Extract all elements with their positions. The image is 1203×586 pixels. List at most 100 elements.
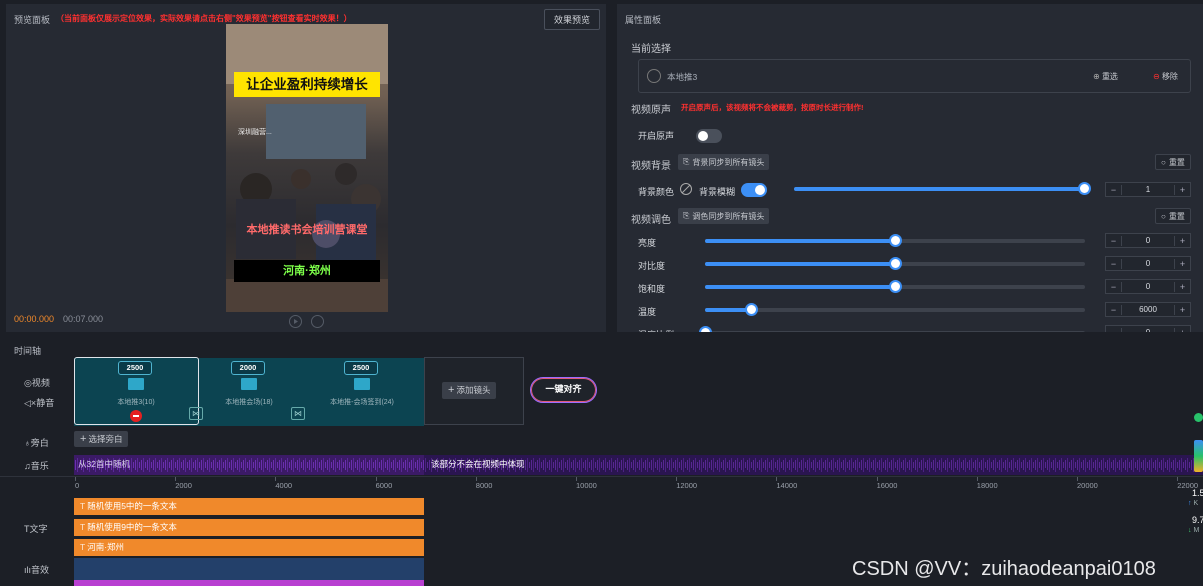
folder-icon [241,378,257,390]
minus-icon[interactable]: − [1106,327,1122,332]
plus-icon[interactable]: + [1174,235,1190,246]
speaker-icon: ◁× [24,398,37,408]
ruler-line [576,477,577,481]
transition-icon[interactable]: ⋈ [189,407,203,420]
slider-knob[interactable] [889,280,902,293]
stepper-value[interactable]: 0 [1122,236,1174,245]
stepper-value[interactable]: 6000 [1122,305,1174,314]
property-panel: 属性面板 当前选择 本地推3 ⊕ 重选 ⊖ 移除 视频原声 开启原声后，该视频将… [617,4,1203,332]
minus-icon[interactable]: − [1106,258,1122,269]
adjust-stepper[interactable]: − 0 + [1105,256,1191,271]
grade-label: 视频调色 [631,215,671,226]
add-narration-button[interactable]: + 选择旁白 [74,431,129,447]
bg-blur-slider[interactable] [794,182,1091,195]
text-track-item[interactable]: T 随机使用9中的一条文本 [74,518,424,536]
bg-blur-stepper[interactable]: − 1 + [1105,182,1191,197]
adjust-slider[interactable] [705,280,1085,293]
ruler-line [1077,477,1078,481]
grade-sync-button[interactable]: ⎘ 调色同步到所有镜头 [678,208,770,224]
slider-knob[interactable] [889,234,902,247]
transition-icon[interactable]: ⋈ [291,407,305,420]
plus-icon[interactable]: + [1174,304,1190,315]
auto-align-button[interactable]: 一键对齐 [530,377,597,403]
grade-reset-button[interactable]: ○ 重置 [1155,208,1191,224]
text-track-item[interactable]: T 随机使用5中的一条文本 [74,498,424,515]
play-icon[interactable] [289,315,302,328]
effect-preview-button[interactable]: 效果预览 [544,9,601,30]
no-color-icon[interactable] [680,183,692,195]
remove-clip-icon[interactable] [130,410,142,422]
level-meter [1194,440,1203,472]
clip-duration-badge: 2000 [231,361,265,375]
adjust-label: 温度比例 [638,328,674,332]
stepper-value[interactable]: 0 [1122,259,1174,268]
ruler-tick: 12000 [676,481,698,490]
plus-icon[interactable]: + [1174,184,1190,195]
bg-reset-button[interactable]: ○ 重置 [1155,154,1191,170]
add-shot-button[interactable]: + 添加镜头 [442,382,497,399]
ruler-tick: 6000 [375,481,393,490]
original-audio-warning: 开启原声后，该视频将不会被裁剪，按原时长进行制作! [681,103,864,112]
bg-sync-button[interactable]: ⎘ 背景同步到所有镜头 [678,154,770,170]
stepper-value[interactable]: 0 [1122,328,1174,332]
adjust-slider[interactable] [705,257,1085,270]
remove-button[interactable]: ⊖ 移除 [1153,71,1178,82]
minus-icon[interactable]: − [1106,281,1122,292]
adjust-label: 亮度 [638,238,657,248]
music-waveform[interactable] [74,455,1203,475]
adjust-slider[interactable] [705,234,1085,247]
sfx-track-block [74,558,424,580]
slider-knob[interactable] [1078,182,1091,195]
slider-knob[interactable] [889,257,902,270]
original-audio-label: 视频原声 [631,105,671,116]
music-name: 从32首中随机 [78,459,130,469]
video-icon: ◎ [24,378,32,388]
adjust-stepper[interactable]: − 6000 + [1105,302,1191,317]
bg-blur-label: 背景模糊 [699,187,736,197]
folder-icon [354,378,370,390]
minus-icon[interactable]: − [1106,235,1122,246]
time-current: 00:00.000 [14,314,55,324]
ruler-line [776,477,778,481]
adjust-stepper[interactable]: − 0 + [1105,233,1191,248]
adjust-stepper[interactable]: − 0 + [1105,279,1191,294]
mic-icon: ♁ [24,438,31,448]
replace-label: 重选 [1101,72,1118,81]
ruler-tick: 8000 [475,481,493,490]
plus-icon: + [80,433,87,445]
add-shot-slot: + 添加镜头 [424,357,524,425]
stat-2-unit: ↓ M [1188,527,1200,534]
minus-icon[interactable]: − [1106,184,1122,195]
stepper-value[interactable]: 0 [1122,282,1174,291]
grade-sync-label: 调色同步到所有镜头 [692,211,765,221]
enable-audio-toggle[interactable] [696,129,722,143]
adjust-slider[interactable] [705,303,1085,316]
selected-clip-box: 本地推3 ⊕ 重选 ⊖ 移除 [638,59,1191,93]
current-selection-label: 当前选择 [631,44,671,55]
adjust-stepper[interactable]: − 0 + [1105,325,1191,332]
text-track-label: T文字 [24,524,48,534]
slider-knob[interactable] [699,326,712,332]
mute-toggle[interactable]: ◁×静音 [24,396,54,409]
video-banner: 让企业盈利持续增长 [234,72,380,97]
text-track-item[interactable]: T 河南·郑州 [74,539,424,556]
ruler-line [1177,477,1179,481]
minus-icon[interactable]: − [1106,304,1122,315]
arrow-down-icon: ↓ [1188,527,1192,534]
replay-icon[interactable] [311,315,324,328]
waveform-icon: ılı [24,565,32,575]
replace-button[interactable]: ⊕ 重选 [1093,71,1118,82]
plus-icon[interactable]: + [1174,281,1190,292]
music-icon: ♫ [24,461,31,471]
stepper-value[interactable]: 1 [1122,185,1174,194]
adjust-label: 对比度 [638,261,666,271]
plus-icon[interactable]: + [1174,327,1190,332]
plus-icon[interactable]: + [1174,258,1190,269]
slider-knob[interactable] [744,303,758,316]
ruler-line [275,477,277,481]
ruler-tick: 4000 [275,481,293,490]
video-caption: 本地推读书会培训营课堂 [246,224,368,236]
bg-blur-toggle[interactable] [741,183,767,197]
video-small-text: 深圳融营... [238,129,272,136]
adjust-slider[interactable] [699,326,1085,332]
